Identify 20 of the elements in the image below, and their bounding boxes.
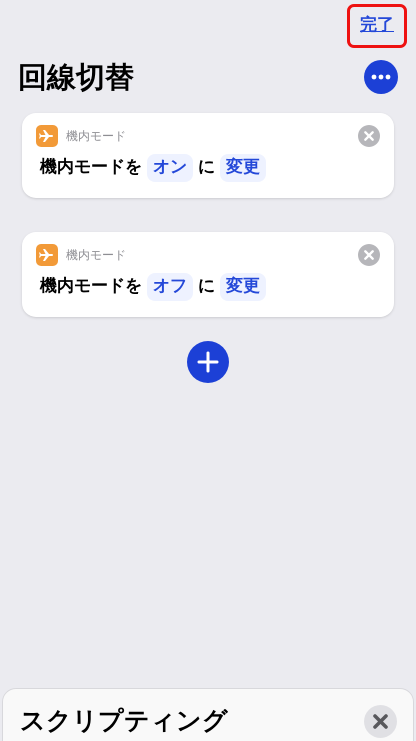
parameter-token[interactable]: 変更 — [220, 273, 266, 300]
action-card[interactable]: 機内モード 機内モードを オン に 変更 — [22, 113, 394, 198]
sheet-title: スクリプティング — [20, 705, 228, 737]
parameter-token[interactable]: 変更 — [220, 154, 266, 182]
airplane-icon — [36, 244, 58, 266]
action-text: に — [198, 156, 215, 179]
parameter-token[interactable]: オン — [147, 154, 193, 182]
airplane-icon — [36, 125, 58, 147]
action-app-label: 機内モード — [66, 247, 126, 264]
action-card[interactable]: 機内モード 機内モードを オフ に 変更 — [22, 232, 394, 317]
parameter-token[interactable]: オフ — [147, 273, 193, 300]
done-button[interactable]: 完了 — [347, 4, 407, 48]
action-text: 機内モードを — [40, 275, 142, 298]
more-icon[interactable] — [364, 60, 398, 94]
action-text: 機内モードを — [40, 156, 142, 179]
action-app-label: 機内モード — [66, 128, 126, 145]
add-icon[interactable] — [187, 341, 229, 383]
page-title: 回線切替 — [18, 58, 134, 96]
action-text: に — [198, 275, 215, 298]
close-icon[interactable] — [364, 705, 397, 738]
